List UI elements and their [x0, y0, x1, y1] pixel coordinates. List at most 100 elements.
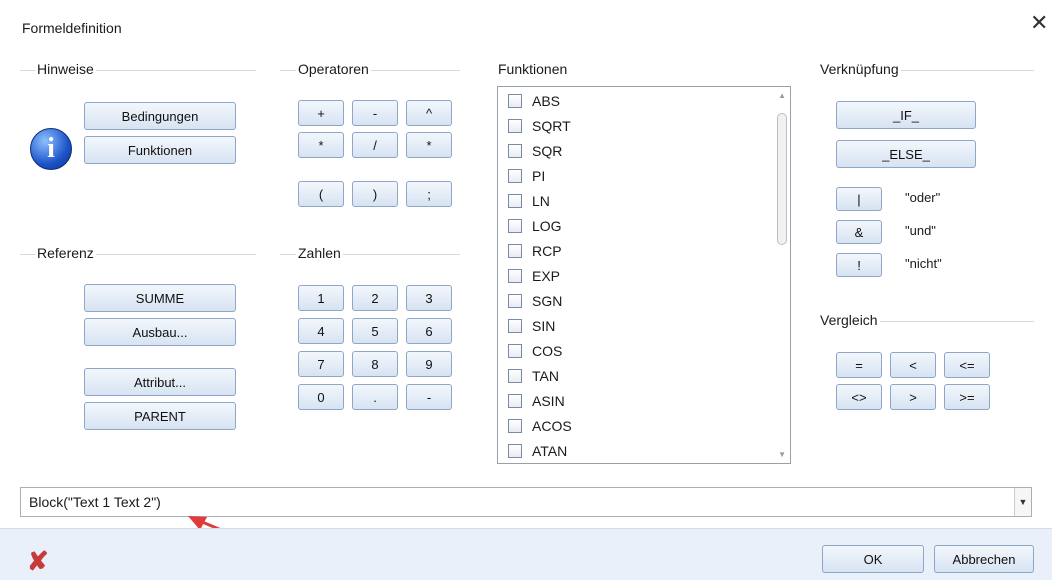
- list-item[interactable]: LN: [508, 190, 550, 212]
- hints-group-label: Hinweise: [35, 61, 96, 77]
- operator-plus-button[interactable]: +: [298, 100, 344, 126]
- list-item[interactable]: EXP: [508, 265, 560, 287]
- list-item-label: EXP: [532, 268, 561, 284]
- decimal-point-button[interactable]: .: [352, 384, 398, 410]
- delete-icon[interactable]: ✘: [27, 548, 49, 574]
- ok-button[interactable]: OK: [822, 545, 924, 573]
- operator-minus-button[interactable]: -: [352, 100, 398, 126]
- scroll-down-icon[interactable]: ▼: [778, 450, 786, 459]
- conditions-button[interactable]: Bedingungen: [84, 102, 236, 130]
- number-0-button[interactable]: 0: [298, 384, 344, 410]
- checkbox[interactable]: [508, 294, 522, 308]
- functions-list[interactable]: ABS SQRT SQR PI LN LOG RCP EXP SGN SIN C…: [497, 86, 791, 464]
- checkbox[interactable]: [508, 94, 522, 108]
- functions-scrollbar-thumb[interactable]: [777, 113, 787, 245]
- dialog-title: Formeldefinition: [22, 20, 122, 36]
- cancel-button[interactable]: Abbrechen: [934, 545, 1034, 573]
- operator-star-button[interactable]: *: [406, 132, 452, 158]
- chevron-down-icon[interactable]: ▼: [1014, 488, 1031, 516]
- list-item-label: LN: [532, 193, 550, 209]
- formula-definition-dialog: Formeldefinition ✕ Hinweise i Bedingunge…: [0, 0, 1052, 580]
- list-item[interactable]: LOG: [508, 215, 562, 237]
- list-item-label: ASIN: [532, 393, 565, 409]
- list-item[interactable]: SGN: [508, 290, 562, 312]
- list-item[interactable]: SQRT: [508, 115, 571, 137]
- checkbox[interactable]: [508, 194, 522, 208]
- list-item[interactable]: RCP: [508, 240, 562, 262]
- checkbox[interactable]: [508, 269, 522, 283]
- or-label: "oder": [905, 190, 941, 205]
- list-item-label: COS: [532, 343, 563, 359]
- functions-help-button[interactable]: Funktionen: [84, 136, 236, 164]
- close-icon[interactable]: ✕: [1030, 12, 1048, 34]
- checkbox[interactable]: [508, 444, 522, 458]
- operator-power-button[interactable]: ^: [406, 100, 452, 126]
- list-item[interactable]: SQR: [508, 140, 562, 162]
- link-group-label: Verknüpfung: [818, 61, 901, 77]
- list-item-label: SGN: [532, 293, 563, 309]
- list-item[interactable]: ACOS: [508, 415, 572, 437]
- not-label: "nicht": [905, 256, 942, 271]
- number-6-button[interactable]: 6: [406, 318, 452, 344]
- less-than-button[interactable]: <: [890, 352, 936, 378]
- number-7-button[interactable]: 7: [298, 351, 344, 377]
- list-item[interactable]: SIN: [508, 315, 555, 337]
- number-minus-button[interactable]: -: [406, 384, 452, 410]
- checkbox[interactable]: [508, 219, 522, 233]
- number-8-button[interactable]: 8: [352, 351, 398, 377]
- operator-close-paren-button[interactable]: ): [352, 181, 398, 207]
- operator-open-paren-button[interactable]: (: [298, 181, 344, 207]
- list-item-label: TAN: [532, 368, 559, 384]
- formula-combobox[interactable]: Block("Text 1 Text 2") ▼: [20, 487, 1032, 517]
- checkbox[interactable]: [508, 144, 522, 158]
- functions-group-label: Funktionen: [496, 61, 570, 77]
- less-equal-button[interactable]: <=: [944, 352, 990, 378]
- list-item[interactable]: PI: [508, 165, 545, 187]
- expansion-button[interactable]: Ausbau...: [84, 318, 236, 346]
- checkbox[interactable]: [508, 169, 522, 183]
- list-item[interactable]: ASIN: [508, 390, 565, 412]
- number-3-button[interactable]: 3: [406, 285, 452, 311]
- numbers-group-label: Zahlen: [296, 245, 343, 261]
- list-item-label: ACOS: [532, 418, 572, 434]
- equals-button[interactable]: =: [836, 352, 882, 378]
- greater-equal-button[interactable]: >=: [944, 384, 990, 410]
- list-item-label: SQRT: [532, 118, 571, 134]
- not-equal-button[interactable]: <>: [836, 384, 882, 410]
- list-item[interactable]: ATAN: [508, 440, 567, 462]
- list-item[interactable]: COS: [508, 340, 562, 362]
- checkbox[interactable]: [508, 369, 522, 383]
- checkbox[interactable]: [508, 319, 522, 333]
- list-item[interactable]: ABS: [508, 90, 560, 112]
- and-button[interactable]: &: [836, 220, 882, 244]
- parent-button[interactable]: PARENT: [84, 402, 236, 430]
- not-button[interactable]: !: [836, 253, 882, 277]
- checkbox[interactable]: [508, 119, 522, 133]
- operator-multiply-button[interactable]: *: [298, 132, 344, 158]
- checkbox[interactable]: [508, 394, 522, 408]
- checkbox[interactable]: [508, 419, 522, 433]
- operator-semicolon-button[interactable]: ;: [406, 181, 452, 207]
- number-2-button[interactable]: 2: [352, 285, 398, 311]
- and-label: "und": [905, 223, 936, 238]
- list-item-label: RCP: [532, 243, 562, 259]
- number-9-button[interactable]: 9: [406, 351, 452, 377]
- sum-button[interactable]: SUMME: [84, 284, 236, 312]
- if-button[interactable]: _IF_: [836, 101, 976, 129]
- list-item-label: PI: [532, 168, 546, 184]
- operator-divide-button[interactable]: /: [352, 132, 398, 158]
- number-1-button[interactable]: 1: [298, 285, 344, 311]
- number-4-button[interactable]: 4: [298, 318, 344, 344]
- scroll-up-icon[interactable]: ▲: [778, 91, 786, 100]
- list-item[interactable]: TAN: [508, 365, 559, 387]
- checkbox[interactable]: [508, 244, 522, 258]
- list-item-label: ATAN: [532, 443, 568, 459]
- number-5-button[interactable]: 5: [352, 318, 398, 344]
- checkbox[interactable]: [508, 344, 522, 358]
- greater-than-button[interactable]: >: [890, 384, 936, 410]
- or-button[interactable]: |: [836, 187, 882, 211]
- attribute-button[interactable]: Attribut...: [84, 368, 236, 396]
- formula-input[interactable]: Block("Text 1 Text 2"): [21, 494, 1014, 510]
- else-button[interactable]: _ELSE_: [836, 140, 976, 168]
- operators-group-label: Operatoren: [296, 61, 371, 77]
